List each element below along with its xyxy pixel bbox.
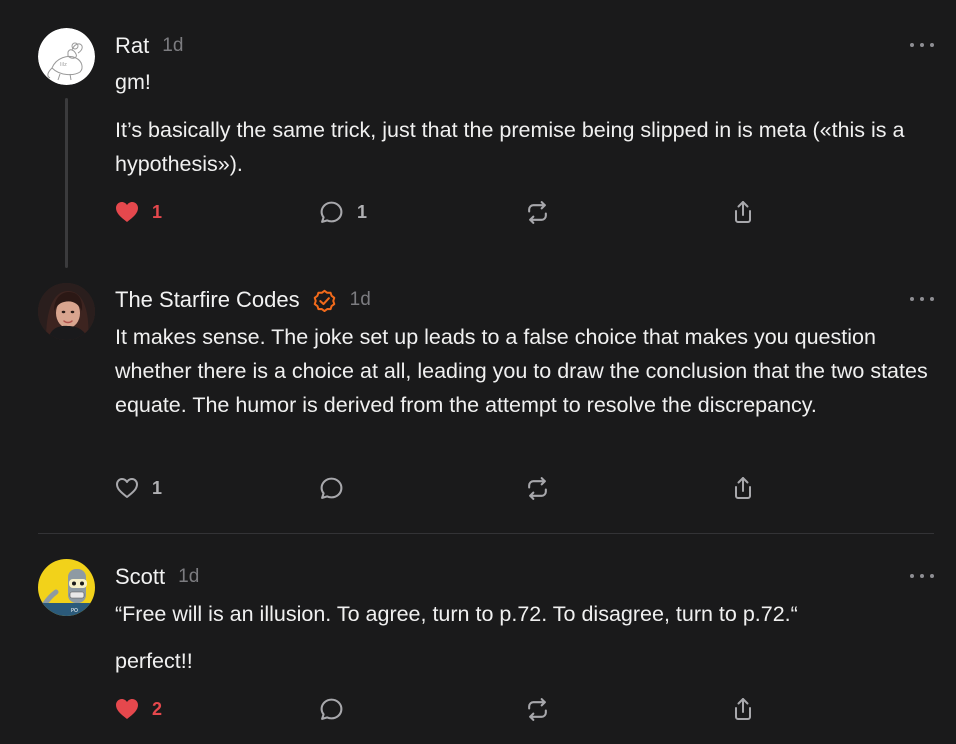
dot-icon — [910, 297, 914, 301]
robot-cartoon-avatar-icon: PO — [38, 559, 95, 616]
speech-bubble-icon — [320, 698, 343, 720]
dot-icon — [920, 574, 924, 578]
reply-count: 1 — [357, 201, 368, 222]
restack-icon — [528, 200, 547, 224]
heart-filled-icon — [116, 699, 138, 719]
reply-button[interactable] — [319, 694, 344, 724]
like-count: 1 — [152, 201, 163, 222]
dot-icon — [920, 297, 924, 301]
dot-icon — [920, 43, 924, 47]
restack-button[interactable] — [525, 473, 550, 503]
comment-text: “Free will is an illusion. To agree, tur… — [115, 602, 798, 626]
dot-icon — [910, 43, 914, 47]
author-name[interactable]: Scott — [115, 564, 165, 590]
dot-icon — [930, 43, 934, 47]
verified-badge-icon — [312, 288, 337, 313]
like-count: 1 — [152, 477, 163, 498]
comment-text: It’s basically the same trick, just that… — [115, 118, 905, 176]
restack-icon — [528, 476, 547, 500]
speech-bubble-icon — [320, 477, 343, 499]
dot-icon — [930, 574, 934, 578]
comment-header: Scott 1d — [115, 563, 199, 591]
reply-button[interactable]: 1 — [319, 197, 367, 227]
dot-icon — [930, 297, 934, 301]
like-button[interactable]: 1 — [115, 473, 162, 503]
share-button[interactable] — [731, 197, 755, 227]
thread-divider — [38, 533, 934, 534]
avatar[interactable]: lilz — [38, 28, 95, 85]
timestamp[interactable]: 1d — [178, 566, 199, 588]
share-icon — [735, 698, 751, 720]
heart-filled-icon — [116, 202, 138, 222]
timestamp[interactable]: 1d — [162, 35, 183, 57]
timestamp[interactable]: 1d — [350, 289, 371, 311]
woman-photo-avatar-icon — [38, 283, 95, 340]
reply-button[interactable] — [319, 473, 344, 503]
dot-icon — [910, 574, 914, 578]
share-icon — [735, 201, 751, 223]
share-button[interactable] — [731, 694, 755, 724]
rat-sketch-avatar-icon: lilz — [38, 28, 95, 85]
comment-feed: lilz Rat 1d gm! It’s basically the same … — [0, 0, 956, 744]
avatar[interactable]: PO — [38, 559, 95, 616]
more-options-button[interactable] — [910, 294, 934, 304]
comment-text: It makes sense. The joke set up leads to… — [115, 325, 928, 417]
avatar[interactable] — [38, 283, 95, 340]
speech-bubble-icon — [320, 201, 343, 223]
svg-text:PO: PO — [71, 608, 78, 614]
like-button[interactable]: 2 — [115, 694, 162, 724]
like-button[interactable]: 1 — [115, 197, 162, 227]
author-name[interactable]: The Starfire Codes — [115, 287, 300, 313]
comment-actions: 1 — [115, 473, 765, 503]
restack-button[interactable] — [525, 694, 550, 724]
more-options-button[interactable] — [910, 40, 934, 50]
heart-outline-icon — [116, 478, 138, 498]
restack-button[interactable] — [525, 197, 550, 227]
comment-text: perfect!! — [115, 649, 193, 673]
comment-header: The Starfire Codes 1d — [115, 286, 371, 314]
share-icon — [735, 477, 751, 499]
restack-icon — [528, 697, 547, 721]
comment-text: gm! — [115, 70, 151, 94]
share-button[interactable] — [731, 473, 755, 503]
like-count: 2 — [152, 698, 163, 719]
more-options-button[interactable] — [910, 571, 934, 581]
author-name[interactable]: Rat — [115, 33, 149, 59]
comment-header: Rat 1d — [115, 32, 183, 60]
svg-text:lilz: lilz — [60, 62, 67, 68]
comment-actions: 1 1 — [115, 197, 765, 227]
thread-line — [65, 98, 68, 268]
comment-actions: 2 — [115, 694, 765, 724]
